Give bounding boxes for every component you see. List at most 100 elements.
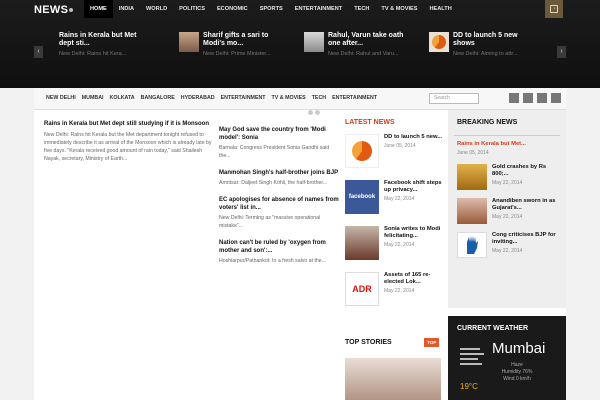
slider-item[interactable]: Rahul, Varun take oath one after... New … xyxy=(304,26,412,66)
slider-thumb xyxy=(179,32,199,52)
weather-heading: CURRENT WEATHER xyxy=(457,325,529,332)
search-input[interactable]: Search xyxy=(429,93,479,104)
list-item: May God save the country from 'Modi mode… xyxy=(219,126,341,160)
social-links xyxy=(509,93,565,103)
lead-story: Rains in Kerala but Met dept still study… xyxy=(44,120,212,163)
google-plus-icon[interactable] xyxy=(537,93,547,103)
facebook-thumbnail: facebook xyxy=(345,180,379,214)
slider-sub: New Delhi: Rains hit Kera... xyxy=(59,51,127,57)
weather-wind: Wind 0 km/h xyxy=(503,376,531,382)
weather-widget: CURRENT WEATHER Mumbai Haze Humidity 76%… xyxy=(448,316,566,400)
subnav-mumbai[interactable]: MUMBAI xyxy=(82,95,104,101)
slider-title: Rains in Kerala but Met dept sti... xyxy=(59,32,137,47)
slider-prev-icon[interactable]: ‹ xyxy=(34,46,43,58)
item-date: May 22, 2014 xyxy=(384,196,415,202)
weather-city: Mumbai xyxy=(492,340,546,357)
thumbnail xyxy=(345,134,379,168)
item-title[interactable]: Anandiben sworn in as Gujarat's... xyxy=(492,198,564,212)
subnav-entertainment[interactable]: ENTERTAINMENT xyxy=(221,95,266,101)
breaking-news: BREAKING NEWS Rains in Kerala but Met...… xyxy=(448,110,566,308)
share-icon[interactable] xyxy=(551,93,561,103)
nav-india[interactable]: INDIA xyxy=(113,0,140,18)
thumbnail xyxy=(457,198,487,224)
twitter-icon[interactable] xyxy=(509,93,519,103)
congress-hand-icon xyxy=(457,232,487,258)
subnav-kolkata[interactable]: KOLKATA xyxy=(110,95,135,101)
list-item[interactable]: ADR Assets of 165 re-elected Lok... May … xyxy=(345,272,447,312)
nav-sports[interactable]: SPORTS xyxy=(254,0,289,18)
top-header: NEWS HOME INDIA WORLD POLITICS ECONOMIC … xyxy=(0,0,600,88)
item-title[interactable]: DD to launch 5 new... xyxy=(384,134,442,141)
subnav-bangalore[interactable]: BANGALORE xyxy=(141,95,175,101)
list-item[interactable]: Anandiben sworn in as Gujarat's... May 2… xyxy=(457,198,566,224)
story-list: May God save the country from 'Modi mode… xyxy=(219,126,341,274)
slider-item[interactable]: Rains in Kerala but Met dept sti... New … xyxy=(55,26,163,66)
nav-tech[interactable]: TECH xyxy=(348,0,375,18)
main-content: Rains in Kerala but Met dept still study… xyxy=(34,110,566,400)
subnav-hyderabad[interactable]: HYDERABAD xyxy=(181,95,215,101)
nav-economic[interactable]: ECONOMIC xyxy=(211,0,254,18)
subnav-entertainment-2[interactable]: ENTERTAINMENT xyxy=(332,95,377,101)
item-date: May 22, 2014 xyxy=(384,242,415,248)
latest-news: LATEST NEWS DD to launch 5 new... June 0… xyxy=(345,118,447,312)
nav-health[interactable]: HEALTH xyxy=(423,0,457,18)
thumbnail xyxy=(345,226,379,260)
subnav-tech[interactable]: TECH xyxy=(312,95,326,101)
facebook-icon[interactable] xyxy=(523,93,533,103)
story-title[interactable]: Nation can't be ruled by 'oxygen from mo… xyxy=(219,239,341,255)
item-date: May 22, 2014 xyxy=(492,248,523,254)
pager-dots xyxy=(308,110,322,115)
list-item[interactable]: Gold crashes by Rs 800;... May 22, 2014 xyxy=(457,164,566,190)
list-item: Nation can't be ruled by 'oxygen from mo… xyxy=(219,239,341,265)
slider-item[interactable]: Sharif gifts a sari to Modi's mo... New … xyxy=(179,26,287,66)
story-excerpt: New Delhi: Terming as "massive operation… xyxy=(219,215,321,229)
item-date: May 22, 2014 xyxy=(492,180,523,186)
haze-icon xyxy=(460,346,484,368)
list-item[interactable]: Cong criticises BJP for inviting... May … xyxy=(457,232,566,258)
weather-temp: 19°C xyxy=(460,382,478,391)
latest-news-heading: LATEST NEWS xyxy=(345,119,395,126)
top-story-image[interactable] xyxy=(345,358,441,400)
site-logo[interactable]: NEWS xyxy=(34,4,74,16)
item-title[interactable]: Gold crashes by Rs 800;... xyxy=(492,164,564,178)
story-title[interactable]: EC apologises for absence of names from … xyxy=(219,196,341,212)
slider-sub: New Delhi: Aiming to attr... xyxy=(453,51,518,57)
slider-title: Sharif gifts a sari to Modi's mo... xyxy=(203,32,269,47)
rss-icon[interactable]: ◔ xyxy=(545,0,563,18)
adr-logo-thumbnail: ADR xyxy=(345,272,379,306)
slider-next-icon[interactable]: › xyxy=(557,46,566,58)
story-excerpt: Hoshiarpur/Pathankot: In a fresh salvo a… xyxy=(219,258,326,264)
list-item[interactable]: Sonia writes to Modi felicitating... May… xyxy=(345,226,447,266)
dd-logo-icon xyxy=(352,141,372,161)
list-item[interactable]: Rains in Kerala but Met... June 05, 2014 xyxy=(448,136,566,156)
pager-dot[interactable] xyxy=(315,110,320,115)
list-item[interactable]: facebook Facebook shift steps up privacy… xyxy=(345,180,447,220)
nav-world[interactable]: WORLD xyxy=(140,0,173,18)
item-title[interactable]: Sonia writes to Modi felicitating... xyxy=(384,226,447,240)
slider-title: Rahul, Varun take oath one after... xyxy=(328,32,404,47)
nav-entertainment[interactable]: ENTERTAINMENT xyxy=(289,0,348,18)
news-slider: ‹ Rains in Kerala but Met dept sti... Ne… xyxy=(34,26,566,78)
weather-humidity: Humidity 76% xyxy=(501,369,533,375)
slider-item[interactable]: DD to launch 5 new shows New Delhi: Aimi… xyxy=(429,26,537,66)
lead-excerpt: New Delhi: Rains hit Kerala but the Met … xyxy=(44,132,212,162)
nav-tv-movies[interactable]: TV & MOVIES xyxy=(375,0,423,18)
pager-dot[interactable] xyxy=(308,110,313,115)
lead-title[interactable]: Rains in Kerala but Met dept still study… xyxy=(44,120,212,128)
item-title[interactable]: Facebook shift steps up privacy... xyxy=(384,180,447,194)
nav-home[interactable]: HOME xyxy=(84,0,113,18)
list-item[interactable]: DD to launch 5 new... June 05, 2014 xyxy=(345,134,447,174)
subnav-new-delhi[interactable]: NEW DELHI xyxy=(46,95,76,101)
nav-politics[interactable]: POLITICS xyxy=(173,0,211,18)
sub-nav: NEW DELHI MUMBAI KOLKATA BANGALORE HYDER… xyxy=(34,88,566,110)
list-item: EC apologises for absence of names from … xyxy=(219,196,341,230)
item-title[interactable]: Assets of 165 re-elected Lok... xyxy=(384,272,447,286)
story-title[interactable]: Manmohan Singh's half-brother joins BJP xyxy=(219,169,341,177)
thumbnail xyxy=(457,164,487,190)
item-title[interactable]: Cong criticises BJP for inviting... xyxy=(492,232,564,246)
story-title[interactable]: May God save the country from 'Modi mode… xyxy=(219,126,341,142)
subnav-tv-movies[interactable]: TV & MOVIES xyxy=(272,95,306,101)
item-date: June 05, 2014 xyxy=(457,150,489,156)
item-title[interactable]: Rains in Kerala but Met... xyxy=(457,141,566,148)
story-excerpt: Amritsar: Daljeet Singh Kohli, the half-… xyxy=(219,180,328,186)
